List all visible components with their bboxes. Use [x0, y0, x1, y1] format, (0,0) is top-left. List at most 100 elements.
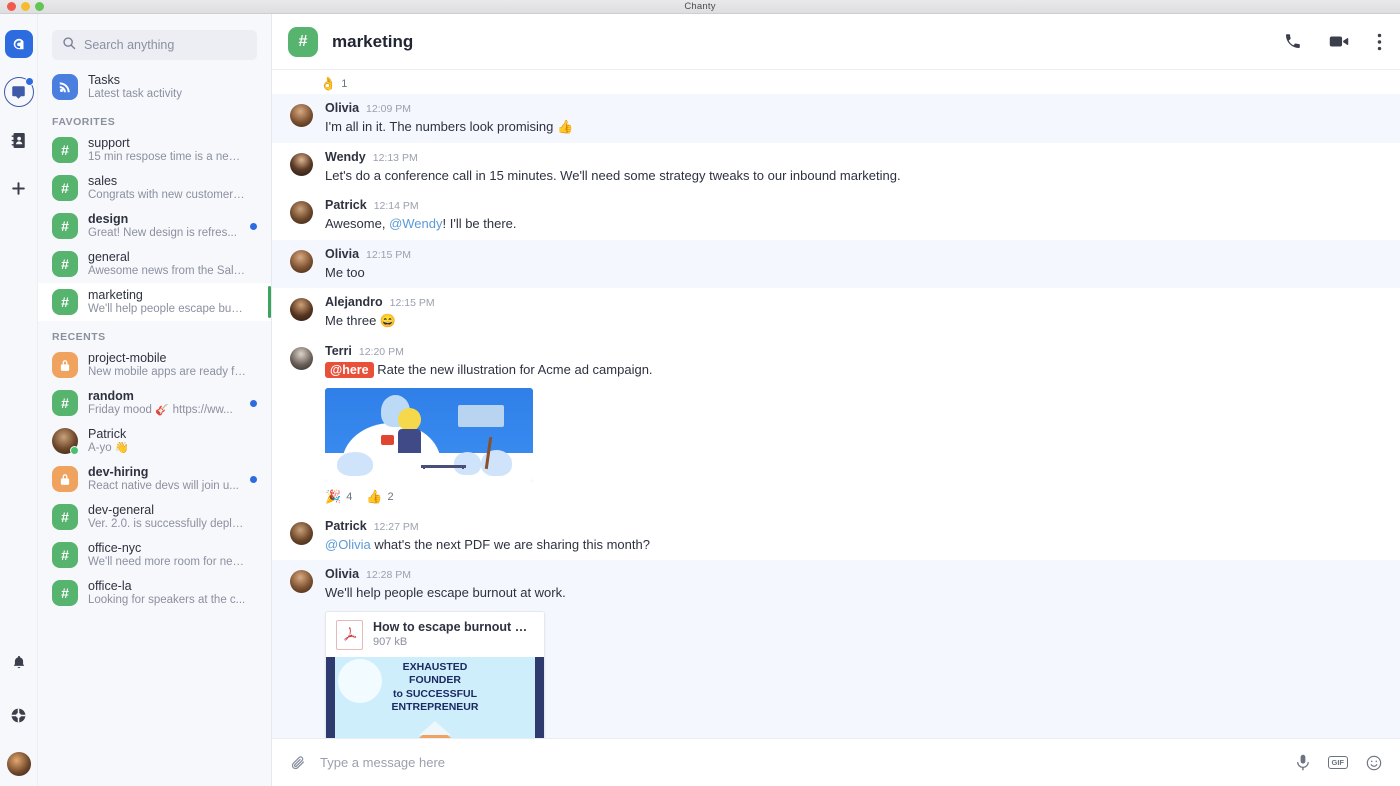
sidebar-item-office-la[interactable]: # office-la Looking for speakers at the … [38, 574, 271, 612]
sidebar-item-design[interactable]: # design Great! New design is refres... [38, 207, 271, 245]
message-text: Let's do a conference call in 15 minutes… [325, 167, 901, 183]
message-timestamp: 12:27 PM [373, 520, 419, 533]
microphone-icon[interactable] [1296, 754, 1310, 771]
chats-icon[interactable] [3, 77, 34, 107]
avatar[interactable] [290, 249, 313, 273]
message-list[interactable]: 👌 1 Olivia 12:09 PM I'm all in it. The n… [272, 70, 1400, 738]
reaction-chip[interactable]: 👍 2 [366, 489, 393, 505]
sidebar-item-dev-general[interactable]: # dev-general Ver. 2.0. is successfully … [38, 498, 271, 536]
message-author: Olivia [325, 246, 360, 261]
sidebar-item-random[interactable]: # random Friday mood 🎸 https://ww... [38, 384, 271, 422]
message-text-prefix: Awesome, [325, 216, 390, 232]
thumbs-up-emoji: 👍 [557, 119, 574, 134]
search-box[interactable] [52, 30, 257, 60]
sidebar-item-title: marketing [88, 288, 143, 303]
more-options-icon[interactable] [1377, 33, 1382, 51]
pdf-file-attachment[interactable]: How to escape burnout at w... 907 kB EXH… [325, 610, 545, 738]
avatar[interactable] [290, 298, 313, 322]
message-row[interactable]: Patrick 12:27 PM @Olivia what's the next… [272, 512, 1400, 561]
header-actions [1284, 33, 1382, 51]
sidebar-item-dev-hiring[interactable]: dev-hiring React native devs will join u… [38, 460, 271, 498]
message-row[interactable]: Patrick 12:14 PM Awesome, @Wendy! I'll b… [272, 191, 1400, 240]
sidebar-item-tasks[interactable]: Tasks Latest task activity [38, 68, 271, 106]
message-text-body: I'm all in it. The numbers look promisin… [325, 119, 558, 134]
message-author: Olivia [325, 101, 360, 115]
pdf-file-name: How to escape burnout at w... [373, 619, 533, 634]
chanty-logo-icon[interactable] [4, 30, 33, 58]
user-mention-link[interactable]: @Olivia [325, 537, 371, 552]
paperclip-icon[interactable] [290, 755, 306, 771]
sidebar-item-title: office-nyc [88, 541, 142, 556]
emoji-icon[interactable] [1366, 755, 1382, 771]
sidebar-item-subtitle: We'll need more room for new... [88, 555, 246, 568]
window-titlebar: Chanty [0, 0, 1400, 14]
avatar[interactable] [290, 521, 313, 545]
here-mention-badge[interactable]: @here [325, 361, 374, 378]
pdf-cover-preview[interactable]: EXHAUSTED FOUNDER to SUCCESSFUL ENTREPRE… [326, 656, 544, 738]
user-mention-link[interactable]: @Wendy [389, 216, 442, 231]
sidebar-item-office-nyc[interactable]: # office-nyc We'll need more room for ne… [38, 536, 271, 574]
pdf-cover-peak [419, 720, 451, 735]
contacts-icon[interactable] [4, 125, 34, 155]
online-status-indicator [70, 446, 79, 455]
message-timestamp: 12:15 PM [389, 297, 435, 310]
pdf-cover-bar [535, 656, 544, 738]
illustration-board [458, 404, 504, 428]
thumbs-up-emoji: 👍 [366, 488, 383, 504]
illustration-person-body [397, 428, 421, 454]
party-popper-emoji: 🎉 [325, 488, 342, 504]
message-timestamp: 12:15 PM [366, 248, 411, 261]
avatar[interactable] [290, 104, 313, 127]
message-author: Terri [325, 343, 352, 358]
video-call-icon[interactable] [1329, 33, 1349, 50]
user-avatar[interactable] [6, 752, 31, 776]
avatar[interactable] [290, 152, 313, 176]
reaction-chip[interactable]: 🎉 4 [325, 489, 352, 505]
avatar[interactable] [290, 201, 313, 225]
sidebar-item-sales[interactable]: # sales Congrats with new customers... [38, 169, 271, 207]
pdf-cover-sun [338, 658, 382, 703]
apps-grid-icon[interactable] [4, 700, 34, 730]
sidebar-item-subtitle: Awesome news from the Sale... [88, 264, 246, 277]
hash-icon: # [288, 26, 318, 57]
pdf-cover-line: to SUCCESSFUL [393, 687, 477, 700]
avatar[interactable] [290, 346, 313, 370]
sidebar-item-subtitle: Great! New design is refres... [88, 226, 237, 239]
unread-indicator [250, 222, 257, 230]
message-input[interactable] [320, 755, 1282, 770]
message-row[interactable]: Terri 12:20 PM @here Rate the new illust… [272, 337, 1400, 512]
search-input[interactable] [84, 38, 247, 52]
message-row[interactable]: Olivia 12:09 PM I'm all in it. The numbe… [272, 94, 1400, 143]
message-text-suffix: Rate the new illustration for Acme ad ca… [377, 361, 653, 377]
message-text-body: Me three [325, 313, 380, 329]
app-root: Tasks Latest task activity FAVORITES # s… [0, 14, 1400, 786]
pdf-file-icon [336, 619, 363, 650]
message-row[interactable]: Olivia 12:28 PM We'll help people escape… [272, 560, 1400, 738]
rail-bottom-group [0, 648, 37, 780]
illustration-image-attachment[interactable] [325, 387, 533, 482]
sidebar-item-support[interactable]: # support 15 min respose time is a new .… [38, 131, 271, 169]
hash-icon: # [52, 580, 78, 606]
add-icon[interactable] [4, 173, 34, 203]
sidebar-item-project-mobile[interactable]: project-mobile New mobile apps are ready… [38, 346, 271, 384]
hash-icon: # [52, 504, 78, 530]
sidebar-item-patrick[interactable]: Patrick A-yo 👋 [38, 422, 271, 460]
gif-icon[interactable]: GIF [1327, 755, 1348, 770]
composer-actions: GIF [1296, 754, 1383, 771]
message-row[interactable]: Olivia 12:15 PM Me too [272, 239, 1400, 289]
pdf-file-header: How to escape burnout at w... 907 kB [326, 612, 544, 657]
message-composer: GIF [272, 738, 1400, 786]
message-row[interactable]: Alejandro 12:15 PM Me three 😄 [272, 288, 1400, 337]
sidebar-item-general[interactable]: # general Awesome news from the Sale... [38, 245, 271, 283]
unread-indicator [250, 475, 257, 483]
hash-icon: # [52, 175, 78, 201]
phone-call-icon[interactable] [1284, 33, 1301, 50]
avatar[interactable] [290, 570, 313, 594]
sidebar-item-marketing[interactable]: # marketing We'll help people escape bur… [38, 283, 271, 321]
notifications-bell-icon[interactable] [4, 648, 34, 678]
rss-feed-icon [52, 74, 78, 100]
channel-header: # marketing [272, 14, 1400, 70]
message-row[interactable]: Wendy 12:13 PM Let's do a conference cal… [272, 143, 1400, 192]
reaction-chip[interactable]: 👌 1 [320, 76, 1382, 92]
reaction-emoji: 👌 [320, 76, 337, 91]
